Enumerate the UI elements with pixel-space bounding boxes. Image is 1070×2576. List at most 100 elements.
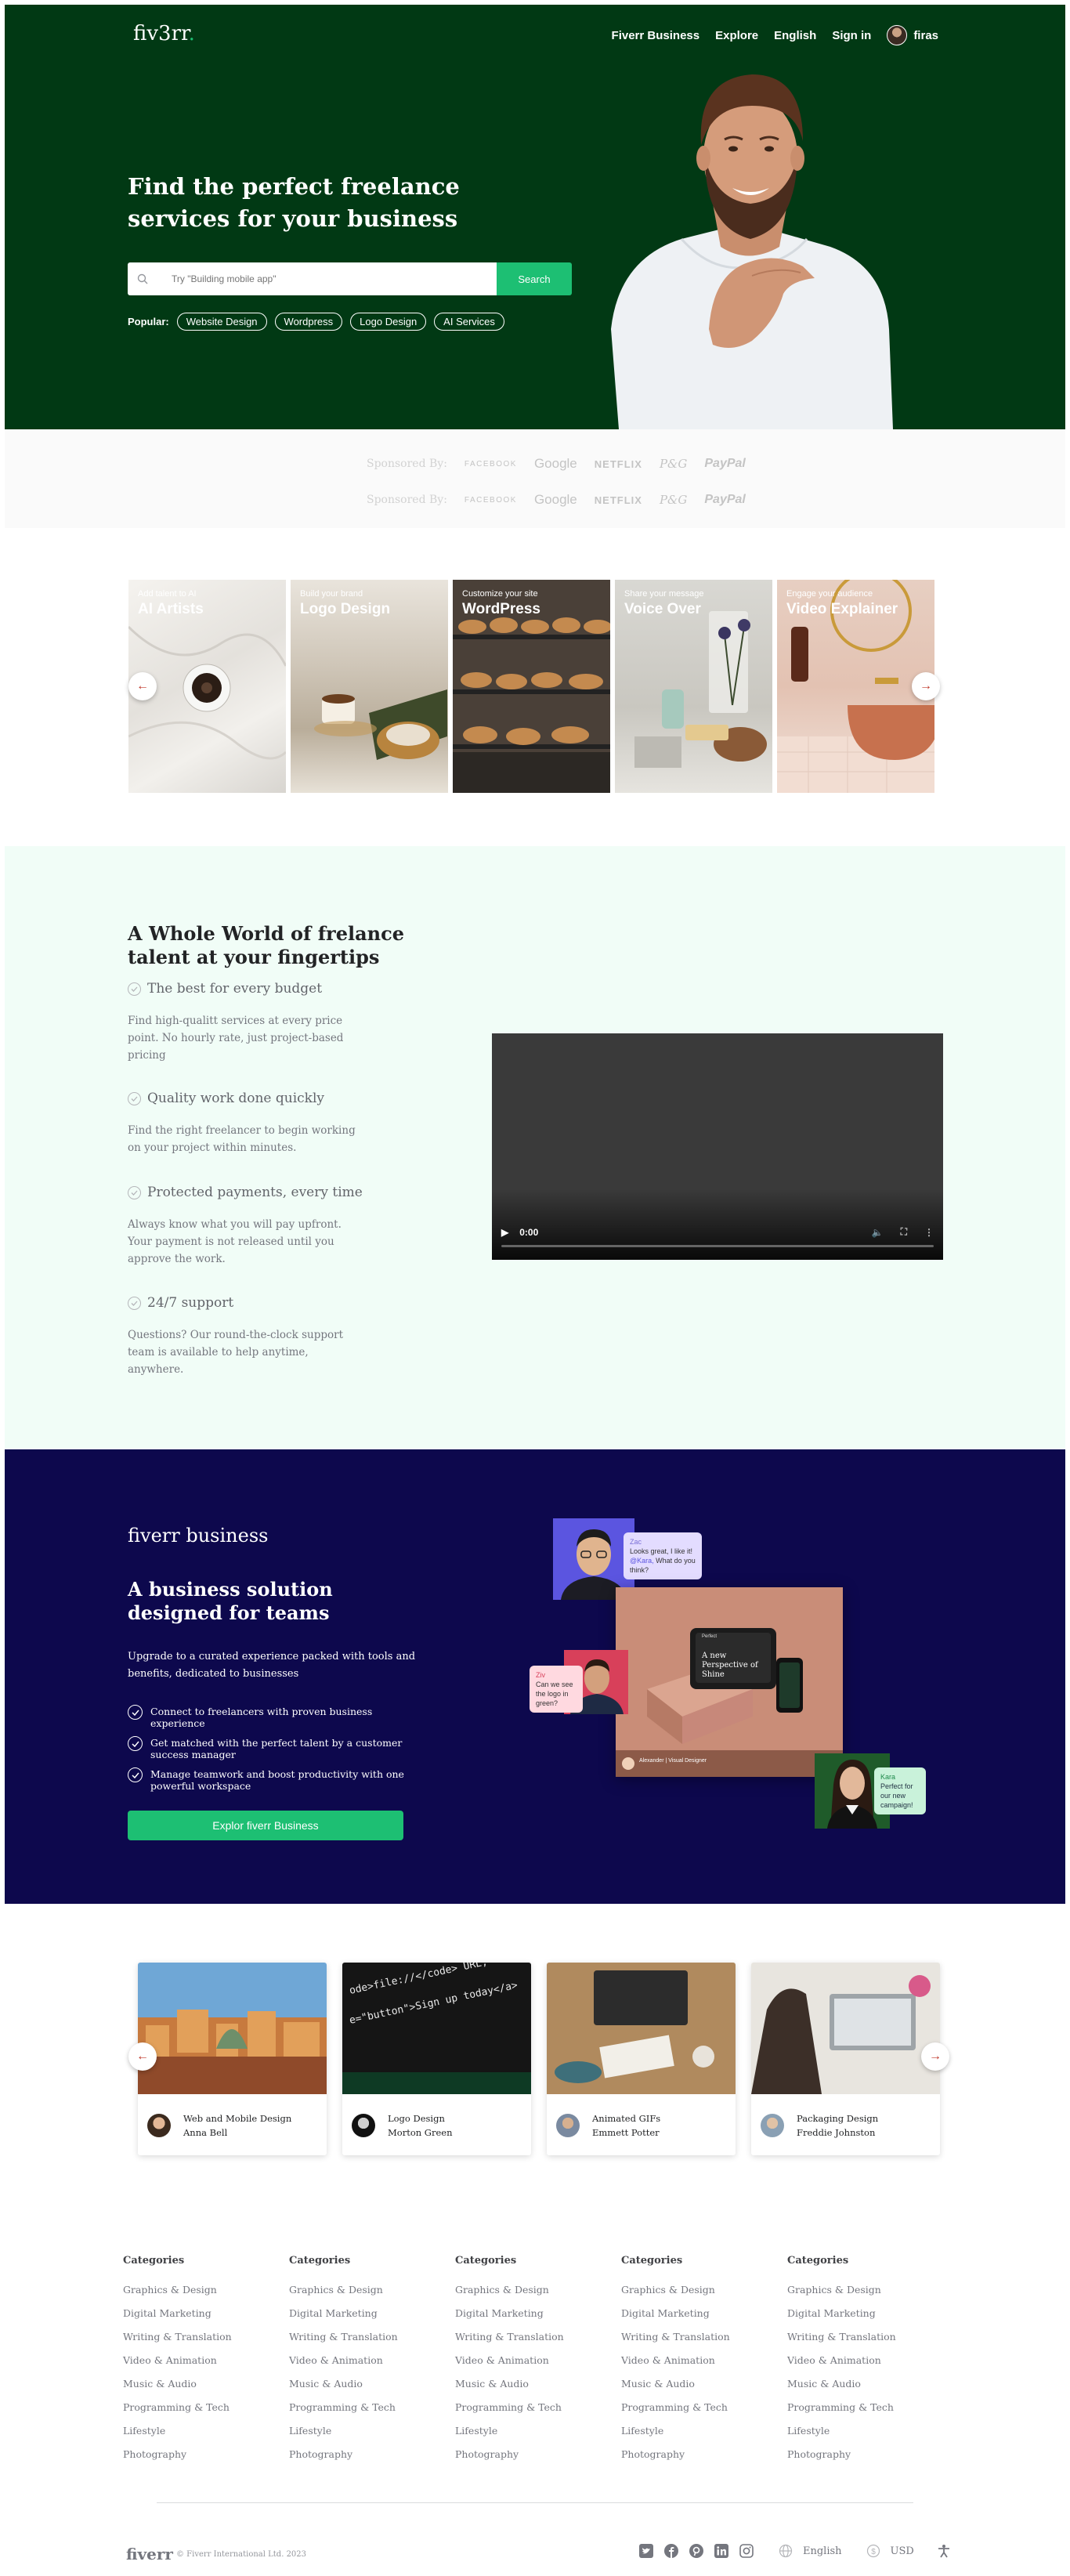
feature-title: Protected payments, every time [147, 1185, 363, 1200]
accessibility-icon[interactable] [936, 2543, 952, 2559]
footer-link[interactable]: Graphics & Design [455, 2284, 621, 2296]
footer-link[interactable]: Writing & Translation [787, 2331, 953, 2343]
popular-tag[interactable]: Wordpress [274, 313, 343, 331]
footer-link[interactable]: Digital Marketing [787, 2307, 953, 2319]
footer-link[interactable]: Programming & Tech [455, 2401, 621, 2413]
search-button[interactable]: Search [497, 262, 572, 295]
carousel-prev-button[interactable]: ← [128, 672, 157, 700]
category-card-wordpress[interactable]: Customize your site WordPress [453, 580, 610, 793]
footer-link[interactable]: Writing & Translation [123, 2331, 289, 2343]
top-nav: Fiverr Business Explore English Sign in … [612, 25, 938, 45]
category-card-video-explainer[interactable]: Engage your audience Video Explainer [777, 580, 934, 793]
footer-logo[interactable]: fiverr [126, 2545, 173, 2563]
facebook-icon[interactable] [663, 2543, 679, 2559]
popular-tag[interactable]: Website Design [176, 313, 267, 331]
category-card-voice-over[interactable]: Share your message Voice Over [615, 580, 772, 793]
footer-link[interactable]: Writing & Translation [455, 2331, 621, 2343]
netflix-logo: NETFLIX [594, 458, 642, 470]
business-point: Manage teamwork and boost productivity w… [128, 1767, 418, 1792]
projects-next-button[interactable]: → [921, 2042, 949, 2071]
nav-language[interactable]: English [774, 29, 816, 42]
footer-link[interactable]: Photography [289, 2448, 455, 2460]
nav-sign-in[interactable]: Sign in [832, 29, 871, 42]
video-player[interactable]: ▶ 0:00 🔈 ⛶ ⋮ [492, 1033, 943, 1260]
carousel-next-button[interactable]: → [912, 672, 940, 700]
instagram-icon[interactable] [739, 2543, 754, 2559]
footer-link[interactable]: Digital Marketing [289, 2307, 455, 2319]
twitter-icon[interactable] [638, 2543, 654, 2559]
footer-link[interactable]: Music & Audio [455, 2378, 621, 2390]
footer-link[interactable]: Photography [123, 2448, 289, 2460]
footer-link[interactable]: Graphics & Design [787, 2284, 953, 2296]
footer-link[interactable]: Music & Audio [123, 2378, 289, 2390]
category-title: AI Artists [138, 601, 204, 617]
mockup-brand: Perfect [702, 1634, 718, 1639]
search-field[interactable] [128, 262, 497, 295]
footer-link[interactable]: Photography [621, 2448, 787, 2460]
footer-link[interactable]: Programming & Tech [787, 2401, 953, 2413]
footer-link[interactable]: Lifestyle [455, 2425, 621, 2437]
hero-title: Find the perfect freelance services for … [128, 173, 460, 232]
user-menu[interactable]: firas [887, 25, 938, 45]
hero-person-image [611, 74, 893, 429]
features-section: A Whole World of frelance talent at your… [5, 846, 1065, 1449]
footer-link[interactable]: Video & Animation [123, 2354, 289, 2366]
google-logo: Google [533, 492, 577, 507]
category-card-logo-design[interactable]: Build your brand Logo Design [291, 580, 448, 793]
footer-link[interactable]: Graphics & Design [289, 2284, 455, 2296]
search-input[interactable] [172, 273, 469, 284]
footer-link[interactable]: Lifestyle [621, 2425, 787, 2437]
fullscreen-icon[interactable]: ⛶ [901, 1226, 907, 1238]
footer-link[interactable]: Music & Audio [289, 2378, 455, 2390]
freelancer-avatar [352, 2114, 375, 2137]
footer-link[interactable]: Video & Animation [621, 2354, 787, 2366]
footer-link[interactable]: Graphics & Design [621, 2284, 787, 2296]
volume-icon[interactable]: 🔈 [872, 1227, 884, 1238]
designer-credit: Alexander | Visual Designer [639, 1758, 707, 1764]
footer-column: Categories Graphics & Design Digital Mar… [621, 2255, 787, 2472]
chat-author: Zac [630, 1538, 642, 1546]
footer-heading: Categories [123, 2255, 185, 2267]
footer-link[interactable]: Video & Animation [289, 2354, 455, 2366]
project-card[interactable]: ode>file://</code> URL, the "next"e="but… [342, 1963, 531, 2155]
fiverr-logo[interactable]: fiv3rr. [133, 22, 195, 45]
footer-link[interactable]: Graphics & Design [123, 2284, 289, 2296]
footer-link[interactable]: Lifestyle [787, 2425, 953, 2437]
pinterest-icon[interactable] [689, 2543, 704, 2559]
popular-tag[interactable]: Logo Design [350, 313, 427, 331]
linkedin-icon[interactable] [714, 2543, 729, 2559]
project-card[interactable]: Animated GIFs Emmett Potter [547, 1963, 736, 2155]
footer-link[interactable]: Photography [787, 2448, 953, 2460]
nav-explore[interactable]: Explore [715, 29, 758, 42]
footer-link[interactable]: Programming & Tech [621, 2401, 787, 2413]
footer-link[interactable]: Video & Animation [455, 2354, 621, 2366]
footer-link[interactable]: Programming & Tech [123, 2401, 289, 2413]
nav-fiverr-business[interactable]: Fiverr Business [612, 29, 700, 42]
footer-link[interactable]: Photography [455, 2448, 621, 2460]
projects-prev-button[interactable]: ← [128, 2042, 157, 2071]
footer-link[interactable]: Lifestyle [123, 2425, 289, 2437]
video-progress-bar[interactable] [501, 1245, 934, 1247]
play-icon[interactable]: ▶ [501, 1227, 508, 1238]
footer-link[interactable]: Programming & Tech [289, 2401, 455, 2413]
footer-link[interactable]: Writing & Translation [289, 2331, 455, 2343]
footer-link[interactable]: Video & Animation [787, 2354, 953, 2366]
footer-link[interactable]: Music & Audio [621, 2378, 787, 2390]
chat-message: Can we see the logo in green? [536, 1681, 573, 1707]
footer-link[interactable]: Digital Marketing [621, 2307, 787, 2319]
check-circle-icon [128, 1767, 143, 1782]
more-options-icon[interactable]: ⋮ [924, 1227, 934, 1238]
popular-tag[interactable]: AI Services [434, 313, 504, 331]
footer-link[interactable]: Music & Audio [787, 2378, 953, 2390]
project-card[interactable]: Packaging Design Freddie Johnston [751, 1963, 940, 2155]
footer-link[interactable]: Digital Marketing [455, 2307, 621, 2319]
language-selector[interactable]: English [803, 2545, 842, 2557]
footer-link[interactable]: Writing & Translation [621, 2331, 787, 2343]
footer-link[interactable]: Lifestyle [289, 2425, 455, 2437]
explore-business-button[interactable]: Explor fiverr Business [128, 1811, 403, 1840]
project-preview-card: Perfect A new Perspective of Shine Alexa… [616, 1587, 843, 1777]
footer-link[interactable]: Digital Marketing [123, 2307, 289, 2319]
project-card[interactable]: Web and Mobile Design Anna Bell [138, 1963, 327, 2155]
business-section: fiverr business A business solution desi… [5, 1449, 1065, 1904]
currency-selector[interactable]: USD [891, 2545, 914, 2557]
